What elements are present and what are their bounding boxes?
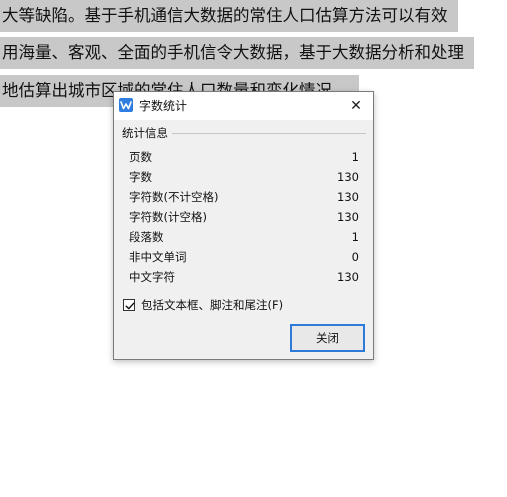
stat-value: 130 xyxy=(337,210,359,224)
stat-value: 130 xyxy=(337,170,359,184)
checkbox-box[interactable] xyxy=(123,299,135,311)
stat-label: 字数 xyxy=(129,170,152,184)
wps-writer-icon xyxy=(119,98,133,112)
checkbox-label[interactable]: 包括文本框、脚注和尾注(F) xyxy=(141,298,283,313)
dialog-titlebar[interactable]: 字数统计 ✕ xyxy=(114,92,373,120)
stat-row-pages: 页数 1 xyxy=(129,147,359,167)
stat-value: 1 xyxy=(351,150,359,164)
stat-row-chars-no-spaces: 字符数(不计空格) 130 xyxy=(129,187,359,207)
document-line-1[interactable]: 大等缺陷。基于手机通信大数据的常住人口估算方法可以有效 xyxy=(0,0,507,32)
close-button[interactable]: 关闭 xyxy=(290,324,365,352)
stat-label: 非中文单词 xyxy=(129,250,187,264)
stat-label: 字符数(不计空格) xyxy=(129,190,219,204)
selected-text: 大等缺陷。基于手机通信大数据的常住人口估算方法可以有效 xyxy=(0,0,458,32)
dialog-title: 字数统计 xyxy=(139,99,188,113)
stat-value: 0 xyxy=(351,250,359,264)
word-count-dialog: 字数统计 ✕ 统计信息 页数 1 字数 130 字符数(不计空格) 130 字符… xyxy=(113,91,374,360)
stat-row-chinese-chars: 中文字符 130 xyxy=(129,267,359,287)
stat-label: 字符数(计空格) xyxy=(129,210,207,224)
stat-value: 130 xyxy=(337,270,359,284)
stat-label: 中文字符 xyxy=(129,270,175,284)
stat-value: 1 xyxy=(351,230,359,244)
stat-row-chars-with-spaces: 字符数(计空格) 130 xyxy=(129,207,359,227)
selected-text: 用海量、客观、全面的手机信令大数据，基于大数据分析和处理 xyxy=(0,37,474,69)
document-line-2[interactable]: 用海量、客观、全面的手机信令大数据，基于大数据分析和处理 xyxy=(0,37,507,69)
stat-row-words: 字数 130 xyxy=(129,167,359,187)
baidu-jingyan-watermark xyxy=(385,440,505,480)
checkmark-icon xyxy=(125,302,135,310)
close-icon[interactable]: ✕ xyxy=(341,92,371,120)
stat-value: 130 xyxy=(337,190,359,204)
stats-group-label: 统计信息 xyxy=(122,125,172,141)
stat-row-non-chinese-words: 非中文单词 0 xyxy=(129,247,359,267)
stat-row-paragraphs: 段落数 1 xyxy=(129,227,359,247)
stat-label: 页数 xyxy=(129,150,152,164)
stat-label: 段落数 xyxy=(129,230,164,244)
